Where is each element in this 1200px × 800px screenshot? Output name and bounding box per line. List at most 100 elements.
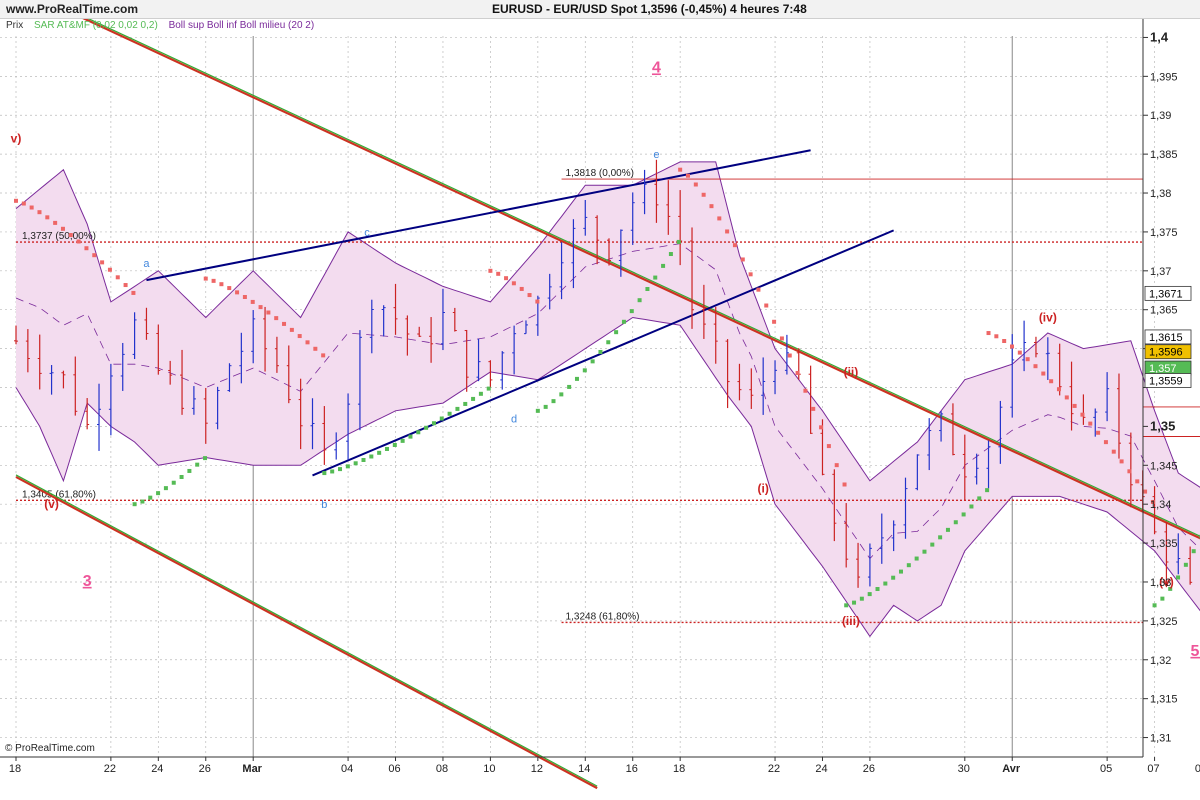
sar-dot [21,201,26,206]
wave-label: b [321,499,327,511]
sar-dot [478,391,483,396]
sar-dot [1119,459,1124,464]
sar-dot [898,569,903,574]
sar-dot [282,321,287,326]
sar-dot [582,368,587,373]
x-tick-label: 07 [1147,763,1159,775]
sar-dot [795,370,800,375]
sar-dot [132,502,137,507]
wave-label: (ii) [844,365,859,379]
x-tick-label: 09 [1195,763,1200,775]
level-label: 1,3248 (61,80%) [566,611,640,622]
site-link[interactable]: www.ProRealTime.com [6,2,138,16]
sar-dot [37,210,42,215]
x-tick-label: 16 [626,763,638,775]
sar-dot [693,182,698,187]
sar-dot [84,246,89,251]
sar-dot [1160,596,1165,601]
sar-dot [985,488,990,493]
price-tag-label: 1,3671 [1149,288,1183,300]
sar-dot [274,316,279,321]
sar-dot [1152,603,1157,608]
sar-dot [930,542,935,547]
level-label: 1,3818 (0,00%) [566,168,634,179]
x-tick-label: 06 [388,763,400,775]
sar-dot [431,421,436,426]
y-tick-label: 1,4 [1150,29,1169,44]
sar-dot [819,425,824,430]
sar-dot [123,283,128,288]
sar-dot [171,480,176,485]
candlestick-chart[interactable]: 1,3818 (0,00%)1,3737 (50,00%)1,3692 (0,0… [0,0,1200,800]
sar-dot [289,327,294,332]
chart-title: EURUSD - EUR/USD Spot 1,3596 (-0,45%) 4 … [492,2,807,16]
sar-dot [1111,449,1116,454]
sar-dot [1064,395,1069,400]
sar-dot [725,229,730,234]
y-tick-label: 1,335 [1150,538,1178,550]
x-tick-label: 04 [341,763,353,775]
sar-dot [1072,403,1077,408]
wave-label: (v) [44,497,59,511]
x-tick-label: 18 [9,763,21,775]
sar-dot [527,293,532,298]
legend-price: Prix [6,20,24,31]
y-tick-label: 1,33 [1150,577,1171,589]
sar-dot [629,309,634,314]
y-tick-label: 1,37 [1150,266,1171,278]
sar-dot [590,359,595,364]
x-tick-label: 26 [199,763,211,775]
sar-dot [844,603,849,608]
sar-dot [377,450,382,455]
sar-dot [163,486,168,491]
wave-label: 3 [83,573,92,590]
sar-dot [977,496,982,501]
sar-dot [471,396,476,401]
sar-dot [338,467,343,472]
sar-dot [504,276,509,281]
sar-dot [535,408,540,413]
sar-dot [598,349,603,354]
sar-dot [953,520,958,525]
sar-dot [709,204,714,209]
sar-dot [834,463,839,468]
x-tick-label: 24 [151,763,163,775]
sar-dot [203,456,208,461]
x-tick-label: 18 [673,763,685,775]
x-tick-label: Mar [242,763,262,775]
wave-label: (iii) [842,614,860,628]
sar-dot [875,587,880,592]
sar-dot [1017,350,1022,355]
x-tick-label: 14 [578,763,590,775]
sar-dot [455,406,460,411]
sar-dot [53,220,58,225]
sar-dot [779,336,784,341]
wave-label: v) [11,131,22,145]
wave-label: 4 [652,59,661,76]
sar-dot [574,376,579,381]
sar-dot [1191,549,1196,554]
sar-dot [906,563,911,568]
sar-dot [148,495,153,500]
sar-dot [195,462,200,467]
y-tick-label: 1,38 [1150,188,1171,200]
sar-dot [115,275,120,280]
wave-label: (i) [758,482,769,496]
y-tick-label: 1,315 [1150,694,1178,706]
sar-dot [852,600,857,605]
y-tick-label: 1,385 [1150,149,1178,161]
wave-label: d [511,414,517,426]
sar-dot [297,334,302,339]
sar-dot [1143,489,1148,494]
x-tick-label: 24 [815,763,827,775]
sar-dot [107,267,112,272]
sar-dot [45,215,50,220]
sar-dot [266,310,271,315]
sar-dot [1183,562,1188,567]
sar-dot [717,216,722,221]
sar-dot [384,446,389,451]
sar-dot [345,464,350,469]
x-tick-label: 08 [436,763,448,775]
sar-dot [756,287,761,292]
x-tick-label: 30 [958,763,970,775]
